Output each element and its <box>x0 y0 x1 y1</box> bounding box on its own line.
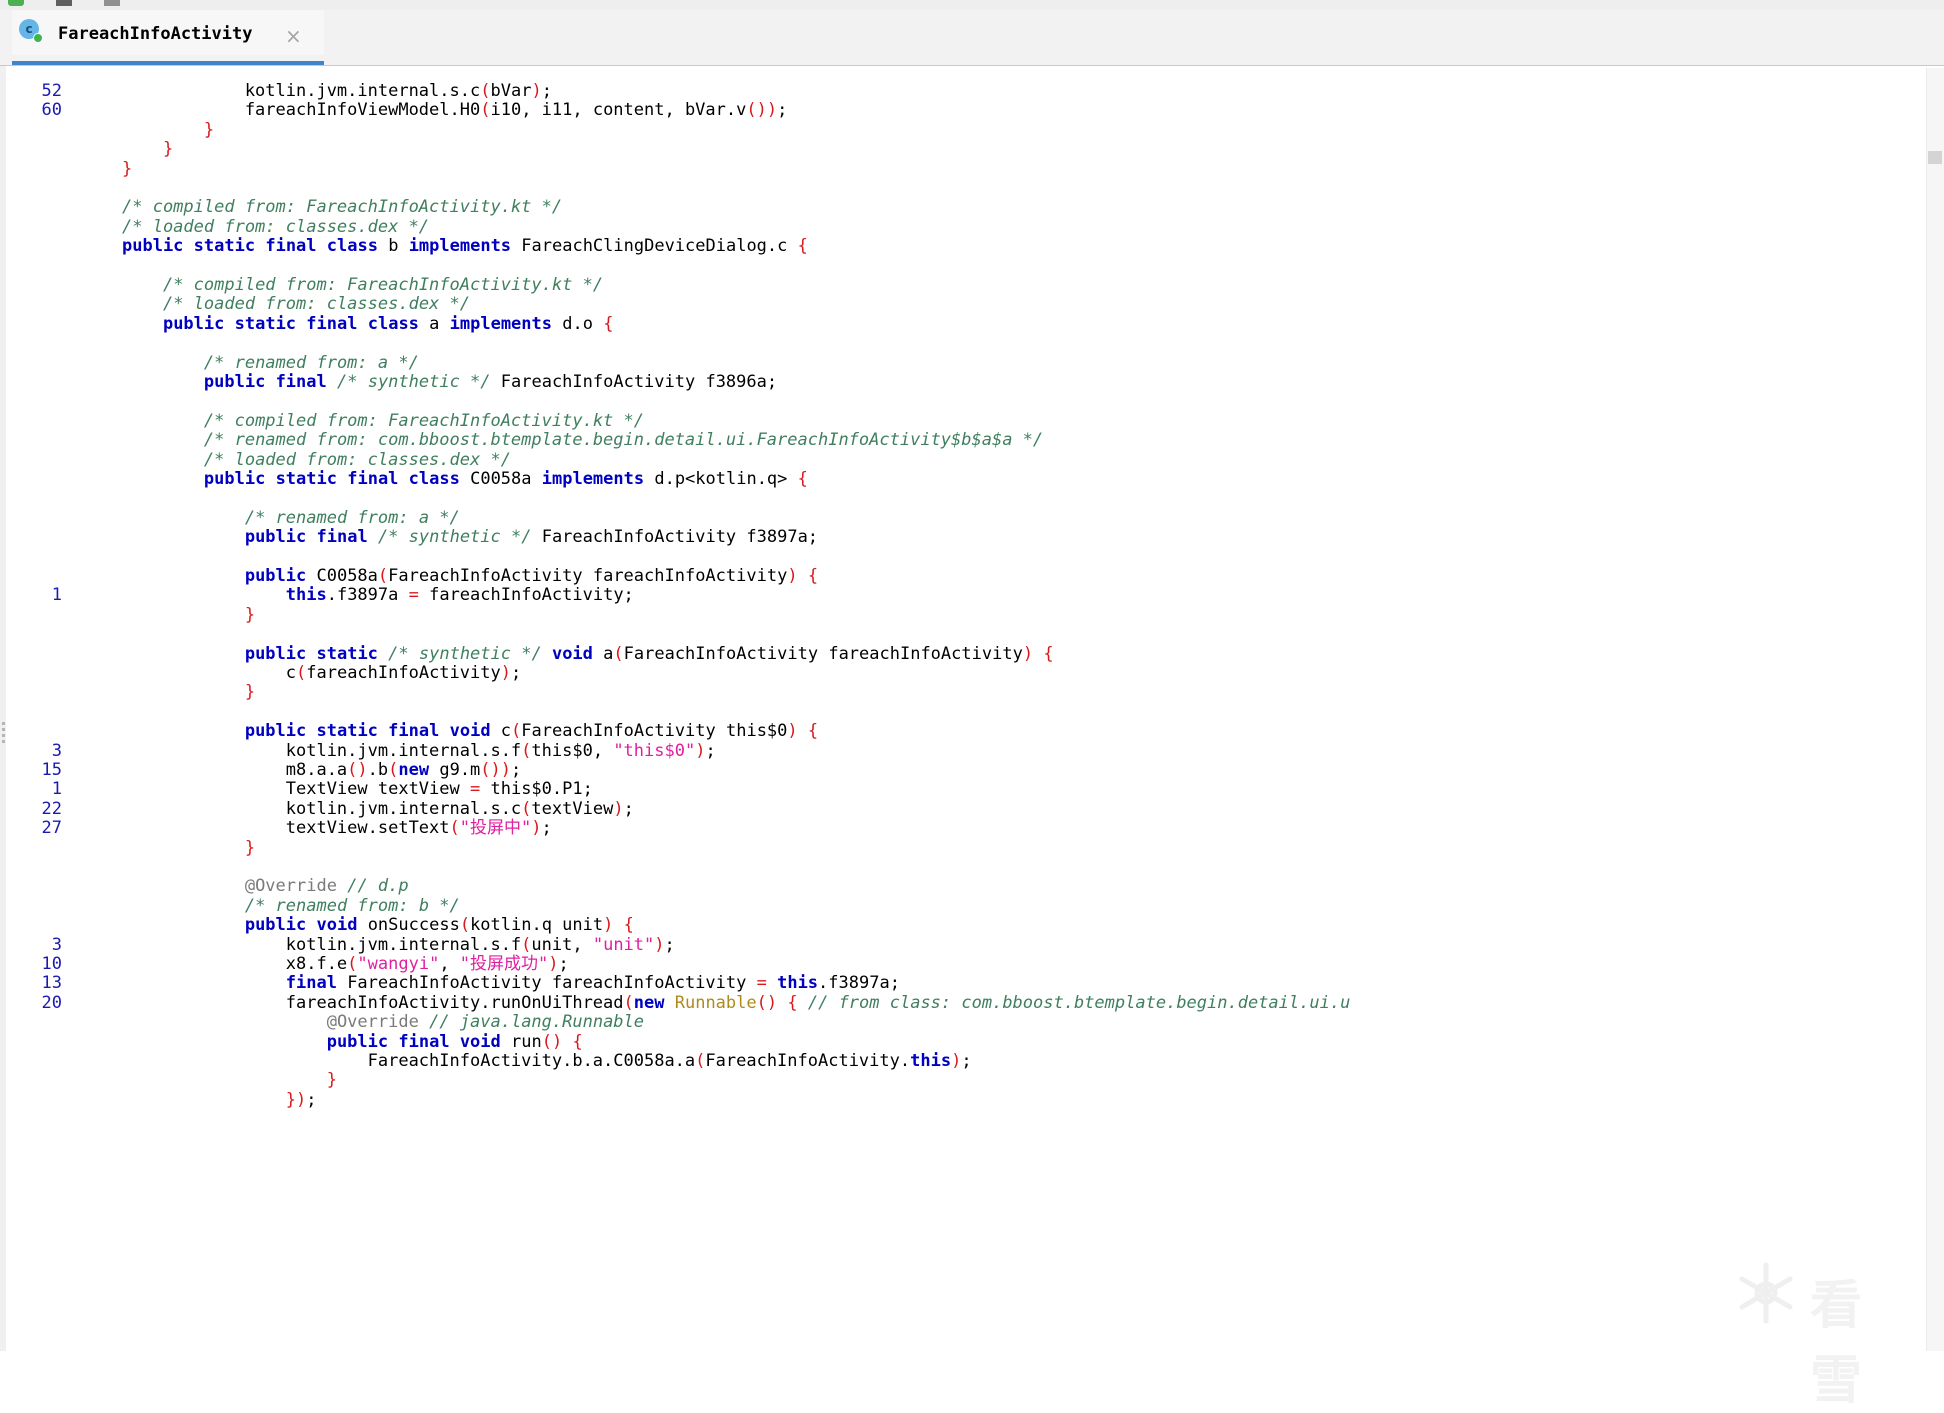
status-dot-icon <box>33 33 43 43</box>
active-tab-indicator <box>12 61 324 65</box>
scrollbar-thumb[interactable] <box>1928 151 1942 164</box>
main-toolbar <box>0 0 1944 10</box>
wrench-icon[interactable] <box>104 0 120 6</box>
code-text: }); <box>285 1089 317 1110</box>
splitter-handle[interactable] <box>2 722 5 744</box>
left-edge-panel <box>0 66 6 1351</box>
code-editor[interactable]: 52 kotlin.jvm.internal.s.c(bVar); 60 fare… <box>12 66 1944 1351</box>
code-line[interactable]: }); <box>12 1088 1912 1112</box>
close-tab-icon[interactable]: × <box>285 26 302 46</box>
run-icon[interactable] <box>8 0 24 6</box>
tab-title: FareachInfoActivity <box>58 24 253 44</box>
save-icon[interactable] <box>56 0 72 6</box>
watermark: 看雪 <box>1728 1255 1888 1411</box>
watermark-text: 看雪 <box>1810 1276 1867 1411</box>
vertical-scrollbar[interactable] <box>1926 68 1944 1351</box>
snowflake-icon <box>1739 1262 1793 1324</box>
